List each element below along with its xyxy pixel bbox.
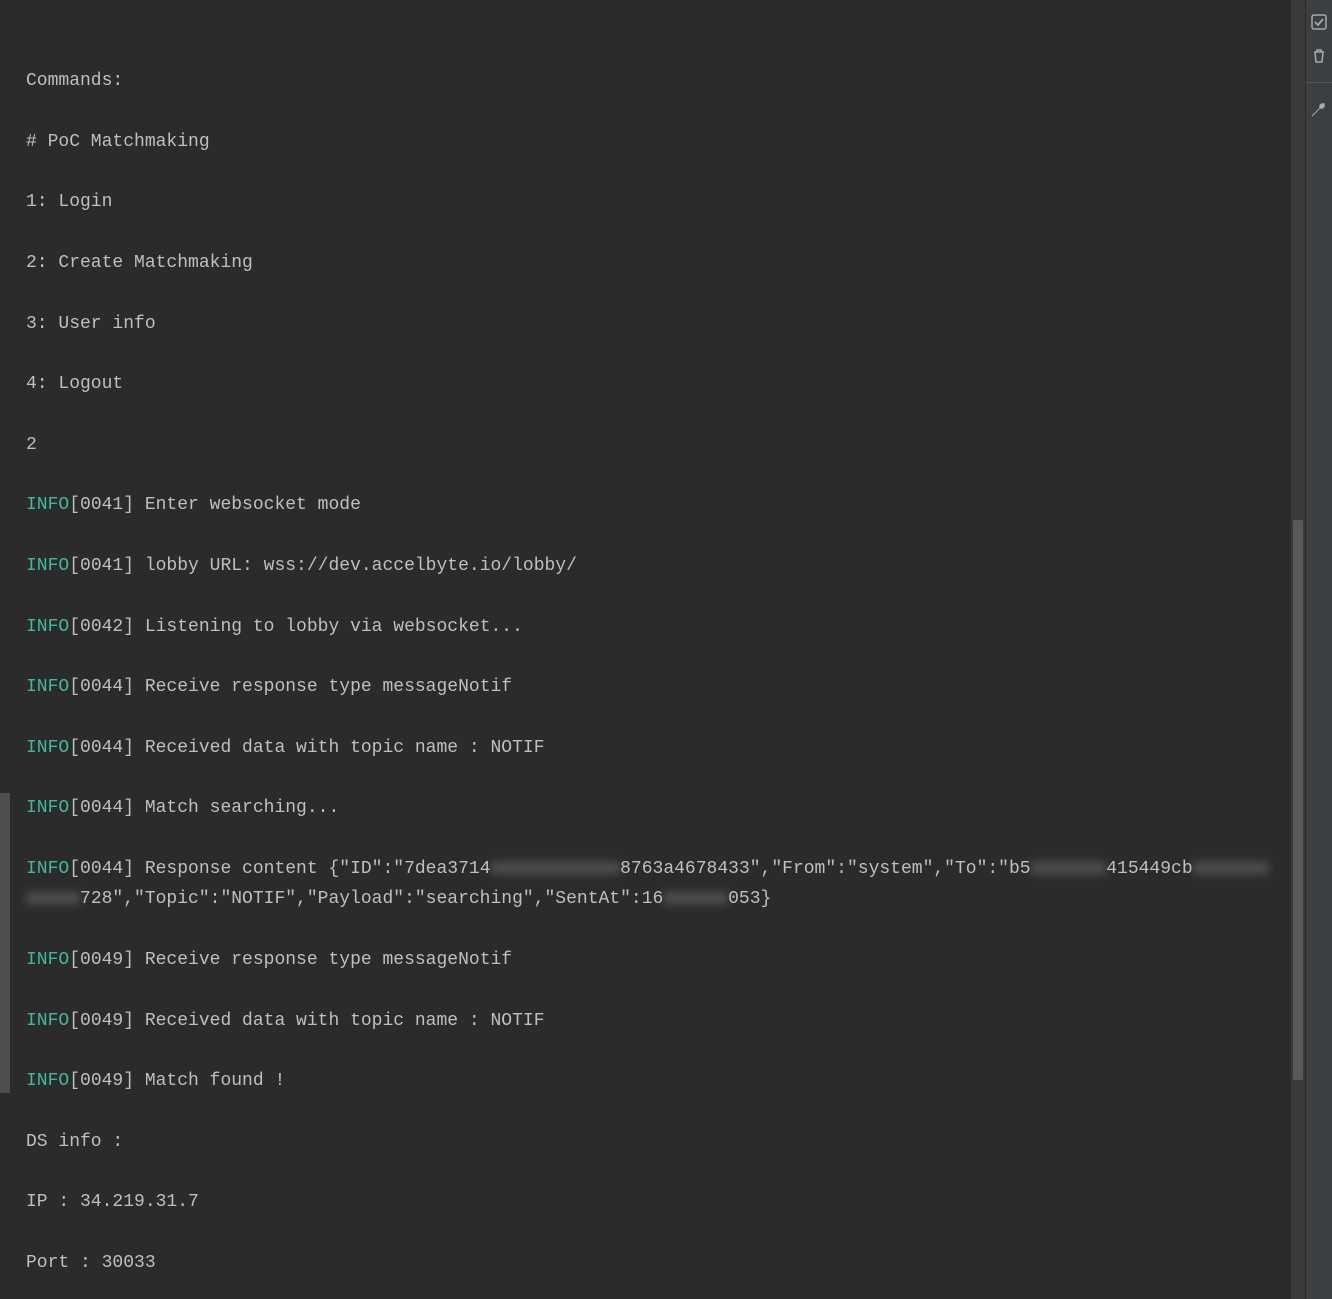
menu-header: Commands: [26, 66, 1275, 96]
log-line: INFO[0049] Receive response type message… [26, 945, 1275, 975]
log-level: INFO [26, 617, 69, 637]
log-line: INFO[0049] Match found ! [26, 1066, 1275, 1096]
log-line: INFO[0044] Match searching... [26, 793, 1275, 823]
log-msg: Match searching... [134, 798, 339, 818]
log-text: 728","Topic":"NOTIF","Payload":"searchin… [80, 889, 663, 909]
log-text: 415449cb [1106, 859, 1192, 879]
ds-ip: IP : 34.219.31.7 [26, 1187, 1275, 1217]
menu-opt-login: 1: Login [26, 187, 1275, 217]
log-level: INFO [26, 1011, 69, 1031]
log-ts: [0044] [69, 677, 134, 697]
log-msg: Listening to lobby via websocket... [134, 617, 523, 637]
terminal-output[interactable]: Commands: # PoC Matchmaking 1: Login 2: … [10, 0, 1291, 1299]
log-ts: [0044] [69, 738, 134, 758]
log-line: INFO[0042] Listening to lobby via websoc… [26, 612, 1275, 642]
ds-header: DS info : [26, 1127, 1275, 1157]
log-level: INFO [26, 738, 69, 758]
checklist-icon[interactable] [1309, 12, 1329, 32]
menu-opt-logout: 4: Logout [26, 369, 1275, 399]
log-line: INFO[0044] Received data with topic name… [26, 733, 1275, 763]
log-text: 053} [728, 889, 771, 909]
log-msg: Receive response type messageNotif [134, 950, 512, 970]
log-level: INFO [26, 950, 69, 970]
trash-icon[interactable] [1309, 46, 1329, 66]
log-msg: Enter websocket mode [134, 495, 361, 515]
log-text: Response content {"ID":"7dea3714 [134, 859, 490, 879]
toolbar-separator [1306, 82, 1332, 83]
log-line: INFO[0049] Received data with topic name… [26, 1006, 1275, 1036]
log-msg: Match found ! [134, 1071, 285, 1091]
log-ts: [0044] [69, 798, 134, 818]
log-line: INFO[0044] Receive response type message… [26, 672, 1275, 702]
log-msg: lobby URL: wss://dev.accelbyte.io/lobby/ [134, 556, 577, 576]
log-level: INFO [26, 556, 69, 576]
log-msg: Receive response type messageNotif [134, 677, 512, 697]
log-msg: Response content {"ID":"7dea3714xxxxxxxx… [26, 859, 1268, 909]
ds-port: Port : 30033 [26, 1248, 1275, 1278]
menu-opt-create: 2: Create Matchmaking [26, 248, 1275, 278]
app-root: Commands: # PoC Matchmaking 1: Login 2: … [0, 0, 1332, 1299]
log-ts: [0041] [69, 495, 134, 515]
terminal-gutter [0, 0, 10, 1299]
wrench-icon[interactable] [1309, 99, 1329, 119]
log-level: INFO [26, 798, 69, 818]
log-level: INFO [26, 495, 69, 515]
redacted: xxxxxx [663, 889, 728, 909]
log-level: INFO [26, 1071, 69, 1091]
menu-opt-userinfo: 3: User info [26, 309, 1275, 339]
log-ts: [0049] [69, 1071, 134, 1091]
log-msg: Received data with topic name : NOTIF [134, 738, 544, 758]
menu-title: # PoC Matchmaking [26, 127, 1275, 157]
menu-choice: 2 [26, 430, 1275, 460]
log-ts: [0049] [69, 1011, 134, 1031]
gutter-highlight [0, 793, 10, 1093]
terminal-scrollbar[interactable] [1291, 0, 1305, 1299]
log-msg: Received data with topic name : NOTIF [134, 1011, 544, 1031]
log-ts: [0042] [69, 617, 134, 637]
log-ts: [0041] [69, 556, 134, 576]
right-toolbar [1305, 0, 1332, 1299]
log-line: INFO[0044] Response content {"ID":"7dea3… [26, 854, 1275, 915]
log-level: INFO [26, 677, 69, 697]
scrollbar-thumb[interactable] [1293, 520, 1303, 1080]
log-ts: [0044] [69, 859, 134, 879]
terminal-panel: Commands: # PoC Matchmaking 1: Login 2: … [0, 0, 1305, 1299]
log-level: INFO [26, 859, 69, 879]
redacted: xxxxxxxxxxxx [491, 859, 621, 879]
log-line: INFO[0041] Enter websocket mode [26, 490, 1275, 520]
redacted: xxxxxxx [1031, 859, 1107, 879]
log-text: 8763a4678433","From":"system","To":"b5 [620, 859, 1030, 879]
log-ts: [0049] [69, 950, 134, 970]
log-line: INFO[0041] lobby URL: wss://dev.accelbyt… [26, 551, 1275, 581]
